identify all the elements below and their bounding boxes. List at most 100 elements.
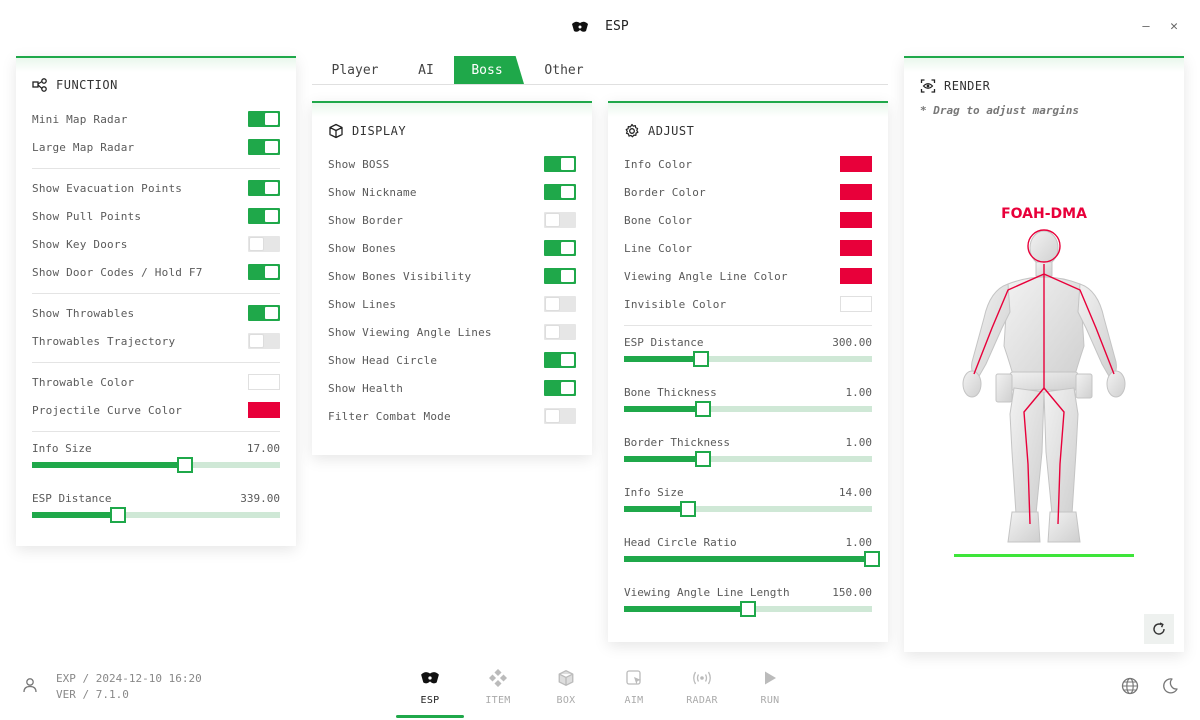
slider-value: 1.00: [845, 536, 873, 549]
toggle-knob: [561, 158, 574, 170]
slider-label-row: Info Size 14.00: [624, 486, 872, 500]
toggle-show-viewing-angle-lines[interactable]: [544, 324, 576, 340]
close-icon: ✕: [1170, 18, 1178, 34]
expiry-text: EXP / 2024-12-10 16:20: [56, 672, 202, 685]
setting-label: Line Color: [624, 241, 693, 255]
slider-label: Bone Thickness: [624, 386, 717, 399]
setting-row-large-map-radar: Large Map Radar: [32, 133, 280, 161]
slider-label-row: Bone Thickness 1.00: [624, 386, 872, 400]
toggle-show-boss[interactable]: [544, 156, 576, 172]
cube-icon: [329, 123, 343, 139]
toggle-mini-map-radar[interactable]: [248, 111, 280, 127]
nav-box[interactable]: BOX: [536, 664, 596, 720]
slider-label: Head Circle Ratio: [624, 536, 737, 549]
slider-info-size[interactable]: [624, 501, 872, 517]
reset-view-button[interactable]: [1144, 614, 1174, 644]
globe-icon[interactable]: [1121, 677, 1139, 698]
setting-row-show-evacuation-points: Show Evacuation Points: [32, 174, 280, 202]
nav-aim[interactable]: AIM: [604, 664, 664, 720]
toggle-show-border[interactable]: [544, 212, 576, 228]
slider-esp-distance[interactable]: [32, 507, 280, 523]
setting-label: Show Viewing Angle Lines: [328, 325, 492, 339]
toggle-show-nickname[interactable]: [544, 184, 576, 200]
toggle-show-key-doors[interactable]: [248, 236, 280, 252]
toggle-throwables-trajectory[interactable]: [248, 333, 280, 349]
setting-label: Show Evacuation Points: [32, 181, 183, 195]
setting-label: Show Nickname: [328, 185, 417, 199]
window-title: ESP: [0, 19, 1200, 34]
toggle-show-bones-visibility[interactable]: [544, 268, 576, 284]
slider-thumb[interactable]: [864, 551, 880, 567]
color-row-invisible-color: Invisible Color: [624, 290, 872, 318]
slider-thumb[interactable]: [695, 451, 712, 467]
toggle-show-lines[interactable]: [544, 296, 576, 312]
nav-radar[interactable]: RADAR: [672, 664, 732, 720]
toggle-knob: [265, 266, 278, 278]
version-text: VER / 7.1.0: [56, 688, 129, 701]
toggle-show-throwables[interactable]: [248, 305, 280, 321]
setting-label: Show Bones Visibility: [328, 269, 472, 283]
setting-label: Show Pull Points: [32, 209, 142, 223]
toggle-show-head-circle[interactable]: [544, 352, 576, 368]
nav-item[interactable]: ITEM: [468, 664, 528, 720]
slider-fill: [624, 406, 704, 412]
slider-fill: [624, 506, 689, 512]
slider-thumb[interactable]: [176, 457, 193, 473]
slider-thumb[interactable]: [680, 501, 697, 517]
slider-thumb[interactable]: [740, 601, 756, 617]
slider-bone-thickness[interactable]: [624, 401, 872, 417]
toggle-show-health[interactable]: [544, 380, 576, 396]
toggle-large-map-radar[interactable]: [248, 139, 280, 155]
box-icon: [557, 667, 575, 689]
tab-player[interactable]: Player: [312, 56, 398, 84]
slider-esp-distance[interactable]: [624, 351, 872, 367]
toggle-show-evacuation-points[interactable]: [248, 180, 280, 196]
section-divider: [32, 362, 280, 363]
setting-row-filter-combat-mode: Filter Combat Mode: [328, 402, 576, 430]
slider-info-size[interactable]: [32, 457, 280, 473]
user-icon[interactable]: [22, 677, 38, 696]
minimize-button[interactable]: —: [1138, 18, 1154, 34]
setting-label: Invisible Color: [624, 297, 727, 311]
toggle-filter-combat-mode[interactable]: [544, 408, 576, 424]
setting-row-show-pull-points: Show Pull Points: [32, 202, 280, 230]
setting-label: Show Door Codes / Hold F7: [32, 265, 203, 279]
slider-head-circle-ratio[interactable]: [624, 551, 880, 567]
slider-label-row: ESP Distance 300.00: [624, 336, 872, 350]
slider-fill: [624, 556, 872, 562]
nav-esp[interactable]: ESP: [400, 664, 460, 720]
color-swatch-border-color[interactable]: [840, 184, 872, 200]
color-swatch-info-color[interactable]: [840, 156, 872, 172]
moon-icon[interactable]: [1161, 677, 1179, 698]
slider-fill: [624, 606, 748, 612]
color-swatch-bone-color[interactable]: [840, 212, 872, 228]
refresh-icon: [1153, 622, 1165, 635]
color-swatch-viewing-angle-line-color[interactable]: [840, 268, 872, 284]
toggle-show-bones[interactable]: [544, 240, 576, 256]
setting-label: Border Color: [624, 185, 706, 199]
setting-row-show-key-doors: Show Key Doors: [32, 230, 280, 258]
slider-fill: [624, 356, 701, 362]
toggle-show-pull-points[interactable]: [248, 208, 280, 224]
color-row-bone-color: Bone Color: [624, 206, 872, 234]
slider-thumb[interactable]: [695, 401, 712, 417]
tab-ai[interactable]: AI: [398, 56, 454, 84]
slider-thumb[interactable]: [110, 507, 127, 523]
color-swatch-line-color[interactable]: [840, 240, 872, 256]
esp-preview-figure[interactable]: [944, 224, 1144, 560]
slider-viewing-angle-line-length[interactable]: [624, 601, 872, 617]
tab-boss[interactable]: Boss: [454, 56, 524, 84]
color-swatch-invisible-color[interactable]: [840, 296, 872, 312]
close-button[interactable]: ✕: [1166, 18, 1182, 34]
nodes-icon: [32, 78, 47, 92]
nav-run[interactable]: RUN: [740, 664, 800, 720]
slider-label: Viewing Angle Line Length: [624, 586, 790, 599]
color-swatch-projectile-curve-color[interactable]: [248, 402, 280, 418]
slider-border-thickness[interactable]: [624, 451, 872, 467]
slider-thumb[interactable]: [692, 351, 709, 367]
section-divider: [32, 293, 280, 294]
color-swatch-throwable-color[interactable]: [248, 374, 280, 390]
setting-row-show-lines: Show Lines: [328, 290, 576, 318]
tab-other[interactable]: Other: [524, 56, 604, 84]
toggle-show-door-codes-hold-f7[interactable]: [248, 264, 280, 280]
